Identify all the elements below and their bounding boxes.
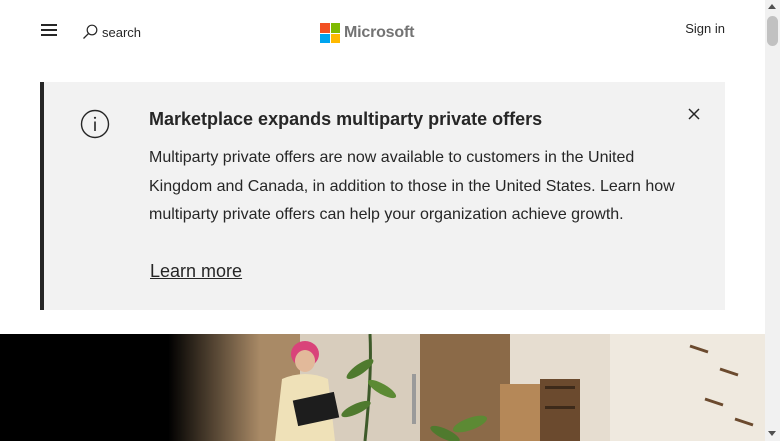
site-header: search Microsoft Sign in [0, 0, 765, 62]
hero-image [0, 334, 765, 441]
logo-text: Microsoft [344, 24, 415, 41]
sign-in-link[interactable]: Sign in [685, 21, 725, 36]
learn-more-link[interactable]: Learn more [150, 261, 242, 282]
hamburger-menu-icon[interactable] [40, 22, 60, 38]
alert-body: Multiparty private offers are now availa… [149, 149, 675, 223]
vertical-scrollbar[interactable] [765, 0, 780, 441]
scrollbar-thumb[interactable] [767, 16, 778, 46]
search-button[interactable]: search [82, 22, 141, 42]
scroll-down-arrow-icon[interactable] [768, 431, 776, 436]
microsoft-logo-icon [320, 23, 340, 43]
scroll-up-arrow-icon[interactable] [768, 4, 776, 9]
search-label: search [102, 24, 142, 40]
alert-title: Marketplace expands multiparty private o… [149, 109, 543, 129]
search-icon [83, 24, 98, 39]
alert-banner: Marketplace expands multiparty private o… [40, 82, 725, 310]
info-icon [80, 109, 110, 139]
microsoft-logo[interactable]: Microsoft [320, 23, 414, 43]
close-icon[interactable] [686, 106, 702, 122]
page: search Microsoft Sign in Marketplace exp… [0, 0, 765, 441]
